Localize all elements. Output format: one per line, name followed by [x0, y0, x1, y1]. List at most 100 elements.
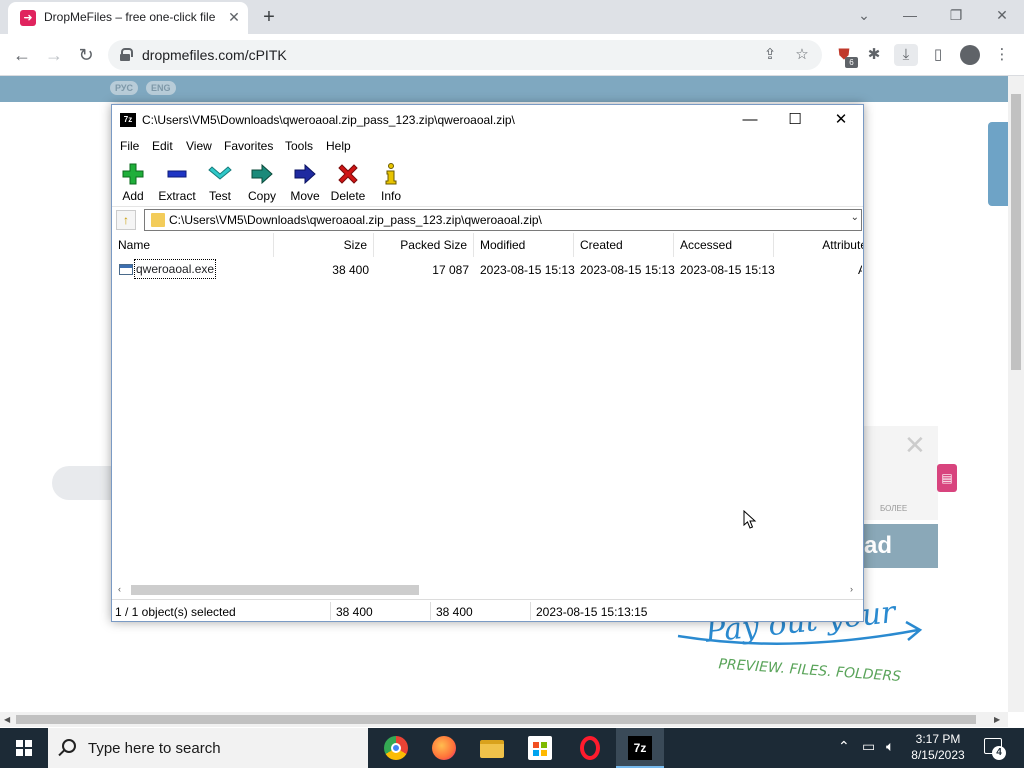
browser-tab-dropmefiles[interactable]: ➜ DropMeFiles – free one-click file ✕ [8, 2, 248, 34]
folder-up-icon[interactable]: ↑ [116, 210, 136, 230]
clock-time[interactable]: 3:17 PM [906, 732, 970, 746]
new-tab-button[interactable]: + [258, 6, 280, 28]
list-horizontal-scrollbar[interactable]: ‹ › [112, 580, 863, 597]
page-vscroll-thumb[interactable] [1011, 94, 1021, 370]
taskbar-file-explorer[interactable] [468, 728, 516, 768]
file-accessed: 2023-08-15 15:13 [680, 263, 775, 277]
status-divider [430, 602, 431, 620]
column-modified[interactable]: Modified [474, 233, 574, 257]
copy-button[interactable]: Copy [244, 161, 280, 205]
downloads-icon[interactable]: ⤓ [894, 44, 918, 66]
path-text[interactable]: C:\Users\VM5\Downloads\qweroaoal.zip_pas… [169, 213, 542, 227]
menu-help[interactable]: Help [326, 139, 351, 153]
ad-more-label[interactable]: БОЛЕЕ [880, 504, 907, 513]
move-arrow-icon [292, 163, 318, 185]
side-panel-icon[interactable]: ▯ [926, 44, 950, 66]
add-label: Add [122, 189, 144, 203]
clock-date[interactable]: 8/15/2023 [906, 748, 970, 762]
extensions-puzzle-icon[interactable]: ✱ [862, 44, 886, 66]
taskbar-firefox[interactable] [420, 728, 468, 768]
column-name[interactable]: Name [112, 233, 274, 257]
menu-favorites[interactable]: Favorites [224, 139, 273, 153]
7zip-maximize-button[interactable]: ☐ [780, 108, 810, 132]
lang-en-button[interactable]: ENG [146, 81, 176, 95]
info-button[interactable]: Info [376, 161, 406, 205]
chrome-menu-icon[interactable]: ⋮ [990, 44, 1014, 66]
delete-button[interactable]: Delete [328, 161, 368, 205]
taskbar-store[interactable] [516, 728, 564, 768]
close-window-button[interactable]: ✕ [988, 4, 1016, 26]
volume-icon[interactable]: 🔈︎ [886, 738, 894, 755]
7zip-title: C:\Users\VM5\Downloads\qweroaoal.zip_pas… [142, 113, 515, 127]
column-created[interactable]: Created [574, 233, 674, 257]
column-size[interactable]: Size [274, 233, 374, 257]
test-button[interactable]: Test [204, 161, 236, 205]
profile-avatar-icon[interactable] [960, 45, 980, 65]
notification-count: 4 [992, 746, 1006, 760]
ad-chat-icon[interactable]: ▤ [937, 464, 957, 492]
add-button[interactable]: Add [116, 161, 150, 205]
tab-strip: ➜ DropMeFiles – free one-click file ✕ + … [0, 0, 1024, 34]
column-packed-size[interactable]: Packed Size [374, 233, 474, 257]
taskbar-opera[interactable] [566, 728, 614, 768]
page-horizontal-scrollbar[interactable]: ◀ ▶ [0, 712, 1008, 727]
lock-icon[interactable] [120, 48, 133, 61]
list-scroll-right-icon[interactable]: › [850, 584, 853, 594]
status-size: 38 400 [336, 605, 373, 619]
url-text[interactable]: dropmefiles.com/cPITK [142, 47, 287, 63]
file-explorer-icon [480, 740, 504, 758]
restore-button[interactable]: ❐ [942, 4, 970, 26]
tray-chevron-up-icon[interactable]: ⌃ [838, 738, 850, 755]
search-icon [62, 739, 76, 753]
path-combobox[interactable]: C:\Users\VM5\Downloads\qweroaoal.zip_pas… [144, 209, 862, 231]
taskbar-7zip[interactable]: 7z [616, 728, 664, 768]
share-icon[interactable]: ⇪ [760, 46, 780, 64]
7zip-titlebar[interactable]: 7z C:\Users\VM5\Downloads\qweroaoal.zip_… [112, 105, 863, 135]
page-hscroll-thumb[interactable] [16, 715, 976, 724]
list-scroll-left-icon[interactable]: ‹ [118, 584, 121, 594]
column-attribute[interactable]: Attribute [774, 233, 863, 257]
7zip-app-icon: 7z [120, 113, 136, 127]
page-scroll-right-icon[interactable]: ▶ [994, 715, 1000, 724]
extract-button[interactable]: Extract [156, 161, 198, 205]
menu-tools[interactable]: Tools [285, 139, 313, 153]
like-icon[interactable] [988, 122, 1008, 206]
7zip-close-button[interactable]: ✕ [826, 108, 856, 132]
site-header: РУС ENG [0, 76, 1008, 102]
search-placeholder[interactable]: Type here to search [88, 740, 221, 757]
menu-file[interactable]: File [120, 139, 139, 153]
back-icon[interactable]: ← [10, 44, 34, 66]
address-bar[interactable]: dropmefiles.com/cPITK ⇪ ☆ [108, 40, 822, 70]
list-hscroll-thumb[interactable] [131, 585, 419, 595]
tab-search-icon[interactable]: ⌄ [850, 4, 878, 26]
forward-icon[interactable]: → [42, 44, 66, 66]
taskbar-chrome[interactable] [372, 728, 420, 768]
chevron-down-icon[interactable]: ⌄ [851, 212, 859, 223]
menu-view[interactable]: View [186, 139, 212, 153]
7zip-minimize-button[interactable]: — [735, 108, 765, 132]
dropmefiles-favicon-icon: ➜ [20, 10, 36, 26]
move-button[interactable]: Move [286, 161, 324, 205]
exe-file-icon [119, 264, 133, 275]
bookmark-star-icon[interactable]: ☆ [792, 46, 812, 64]
menu-edit[interactable]: Edit [152, 139, 173, 153]
file-attribute: A [858, 263, 862, 277]
lang-ru-button[interactable]: РУС [110, 81, 138, 95]
network-icon[interactable]: ▭ [862, 738, 875, 755]
tab-close-icon[interactable]: ✕ [226, 9, 242, 25]
download-button[interactable]: ad [862, 524, 938, 568]
taskbar-search[interactable]: Type here to search [48, 728, 368, 768]
minus-icon [164, 163, 190, 185]
column-accessed[interactable]: Accessed [674, 233, 774, 257]
page-vertical-scrollbar[interactable] [1008, 76, 1024, 712]
file-list[interactable]: Name Size Packed Size Modified Created A… [112, 233, 863, 583]
file-modified: 2023-08-15 15:13 [480, 263, 575, 277]
popup-close-icon[interactable]: ✕ [904, 430, 926, 461]
mouse-cursor-icon [743, 510, 757, 529]
start-button[interactable] [0, 728, 48, 768]
minimize-button[interactable]: — [896, 4, 924, 26]
reload-icon[interactable]: ↻ [74, 44, 98, 66]
file-name[interactable]: qweroaoal.exe [134, 259, 217, 279]
page-scroll-left-icon[interactable]: ◀ [4, 715, 10, 724]
file-created: 2023-08-15 15:13 [580, 263, 675, 277]
